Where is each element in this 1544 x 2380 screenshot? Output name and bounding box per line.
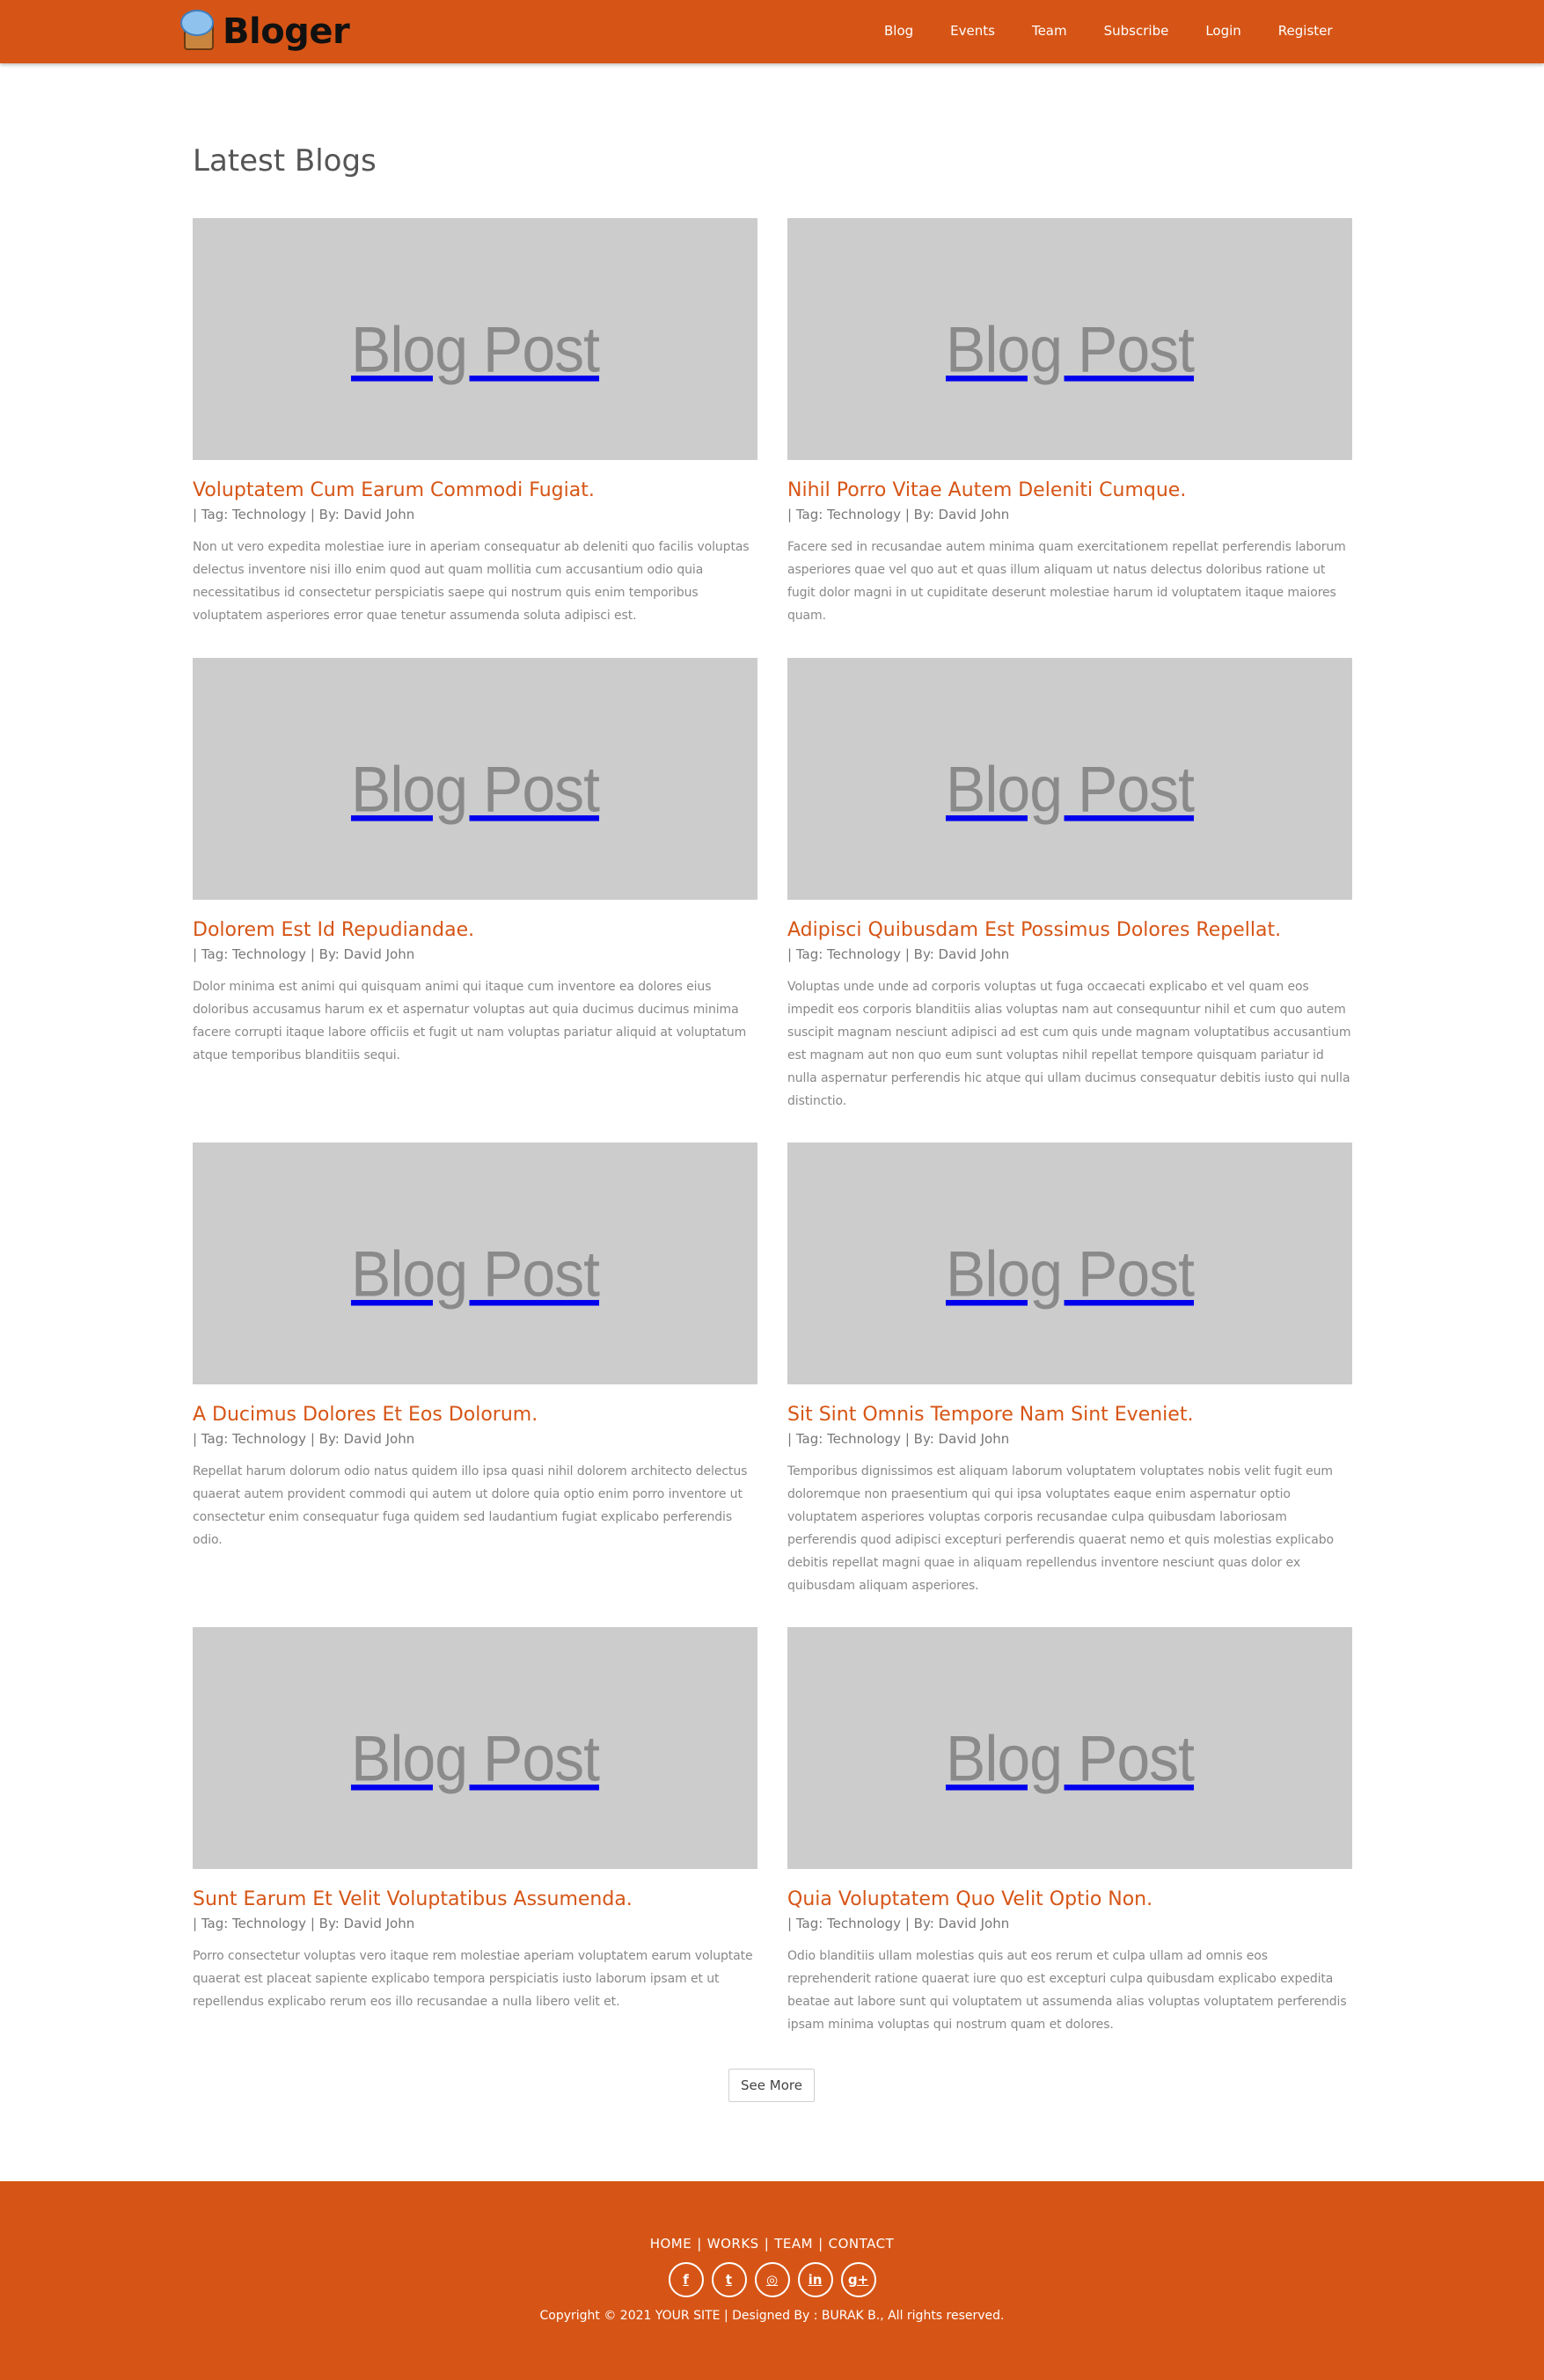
top-navbar: Bloger Blog Events Team Subscribe Login … (0, 0, 1544, 63)
blog-meta: | Tag: Technology | By: David John (787, 1431, 1010, 1447)
blog-card: Blog Post Adipisci Quibusdam Est Possimu… (787, 658, 1352, 1143)
thumbnail-placeholder-text: Blog Post (945, 1237, 1195, 1310)
see-more-button[interactable]: See More (728, 2069, 815, 2102)
thumbnail-placeholder-text: Blog Post (945, 313, 1195, 386)
google-plus-icon[interactable]: g+ (840, 2262, 876, 2297)
blog-excerpt: Odio blanditiis ullam molestias quis aut… (787, 1949, 1347, 2032)
nav-link-team[interactable]: Team (1032, 19, 1067, 42)
blog-meta: | Tag: Technology | By: David John (193, 1431, 415, 1447)
footer-link-team[interactable]: TEAM (774, 2236, 813, 2252)
blog-card: Blog Post Sunt Earum Et Velit Voluptatib… (193, 1627, 757, 2036)
blog-excerpt: Non ut vero expedita molestiae iure in a… (193, 540, 750, 623)
blog-card: Blog Post Dolorem Est Id Repudiandae. | … (193, 658, 757, 1143)
blog-card: Blog Post Quia Voluptatem Quo Velit Opti… (787, 1627, 1352, 2036)
blog-meta: | Tag: Technology | By: David John (787, 1916, 1010, 1931)
blog-title-link[interactable]: Adipisci Quibusdam Est Possimus Dolores … (787, 918, 1352, 943)
brand-logo-link[interactable]: Bloger (180, 9, 350, 55)
blog-grid: Blog Post Voluptatem Cum Earum Commodi F… (193, 218, 1352, 2036)
nav-link-subscribe[interactable]: Subscribe (1104, 19, 1169, 42)
footer-separator: | (818, 2236, 823, 2252)
blog-meta: | Tag: Technology | By: David John (193, 946, 415, 962)
nav-link-register[interactable]: Register (1278, 19, 1333, 42)
blog-excerpt: Voluptas unde unde ad corporis voluptas … (787, 980, 1351, 1108)
social-links: f t ◎ in g+ (0, 2262, 1544, 2297)
blog-thumbnail[interactable]: Blog Post (787, 1627, 1352, 1869)
blog-thumbnail[interactable]: Blog Post (787, 218, 1352, 460)
blog-card: Blog Post Voluptatem Cum Earum Commodi F… (193, 218, 757, 658)
twitter-icon[interactable]: t (711, 2262, 747, 2297)
blog-excerpt: Repellat harum dolorum odio natus quidem… (193, 1464, 748, 1547)
thumbnail-placeholder-text: Blog Post (350, 313, 600, 386)
nav-link-events[interactable]: Events (950, 19, 995, 42)
nav-link-login[interactable]: Login (1205, 19, 1240, 42)
footer-separator: | (764, 2236, 770, 2252)
blog-excerpt: Temporibus dignissimos est aliquam labor… (787, 1464, 1334, 1593)
site-footer: HOME | WORKS | TEAM | CONTACT f t ◎ in g+ Copy… (0, 2181, 1544, 2380)
blog-title-link[interactable]: Voluptatem Cum Earum Commodi Fugiat. (193, 478, 757, 503)
facebook-icon[interactable]: f (668, 2262, 704, 2297)
blog-thumbnail[interactable]: Blog Post (193, 658, 757, 900)
footer-link-contact[interactable]: CONTACT (829, 2236, 895, 2252)
thumbnail-placeholder-text: Blog Post (350, 753, 600, 826)
speech-bubble-book-icon (180, 10, 219, 54)
thumbnail-placeholder-text: Blog Post (945, 753, 1195, 826)
blog-meta: | Tag: Technology | By: David John (787, 507, 1010, 522)
blog-thumbnail[interactable]: Blog Post (787, 658, 1352, 900)
blog-meta: | Tag: Technology | By: David John (787, 946, 1010, 962)
blog-title-link[interactable]: Quia Voluptatem Quo Velit Optio Non. (787, 1887, 1352, 1912)
blog-excerpt: Dolor minima est animi qui quisquam anim… (193, 980, 747, 1062)
main-nav: Blog Events Team Subscribe Login Registe… (884, 19, 1333, 42)
blog-title-link[interactable]: Sit Sint Omnis Tempore Nam Sint Eveniet. (787, 1403, 1352, 1427)
blog-thumbnail[interactable]: Blog Post (193, 1627, 757, 1869)
blog-excerpt: Porro consectetur voluptas vero itaque r… (193, 1949, 753, 2009)
blog-thumbnail[interactable]: Blog Post (193, 1143, 757, 1384)
blog-excerpt: Facere sed in recusandae autem minima qu… (787, 540, 1346, 623)
thumbnail-placeholder-text: Blog Post (350, 1722, 600, 1795)
blog-card: Blog Post Nihil Porro Vitae Autem Deleni… (787, 218, 1352, 658)
brand-name: Bloger (223, 11, 350, 52)
nav-link-blog[interactable]: Blog (884, 19, 913, 42)
blog-card: Blog Post Sit Sint Omnis Tempore Nam Sin… (787, 1143, 1352, 1627)
blog-meta: | Tag: Technology | By: David John (193, 507, 415, 522)
blog-title-link[interactable]: Dolorem Est Id Repudiandae. (193, 918, 757, 943)
footer-separator: | (697, 2236, 702, 2252)
blog-card: Blog Post A Ducimus Dolores Et Eos Dolor… (193, 1143, 757, 1627)
section-title: Latest Blogs (193, 143, 377, 179)
blog-thumbnail[interactable]: Blog Post (193, 218, 757, 460)
thumbnail-placeholder-text: Blog Post (945, 1722, 1195, 1795)
linkedin-icon[interactable]: in (797, 2262, 833, 2297)
footer-link-home[interactable]: HOME (650, 2236, 692, 2252)
footer-nav: HOME | WORKS | TEAM | CONTACT (0, 2236, 1544, 2252)
footer-link-works[interactable]: WORKS (707, 2236, 759, 2252)
thumbnail-placeholder-text: Blog Post (350, 1237, 600, 1310)
blog-thumbnail[interactable]: Blog Post (787, 1143, 1352, 1384)
copyright-text: Copyright © 2021 YOUR SITE | Designed By… (539, 2309, 1005, 2323)
blog-title-link[interactable]: Sunt Earum Et Velit Voluptatibus Assumen… (193, 1887, 757, 1912)
blog-title-link[interactable]: Nihil Porro Vitae Autem Deleniti Cumque. (787, 478, 1352, 503)
dribbble-icon[interactable]: ◎ (754, 2262, 790, 2297)
blog-meta: | Tag: Technology | By: David John (193, 1916, 415, 1931)
blog-title-link[interactable]: A Ducimus Dolores Et Eos Dolorum. (193, 1403, 757, 1427)
